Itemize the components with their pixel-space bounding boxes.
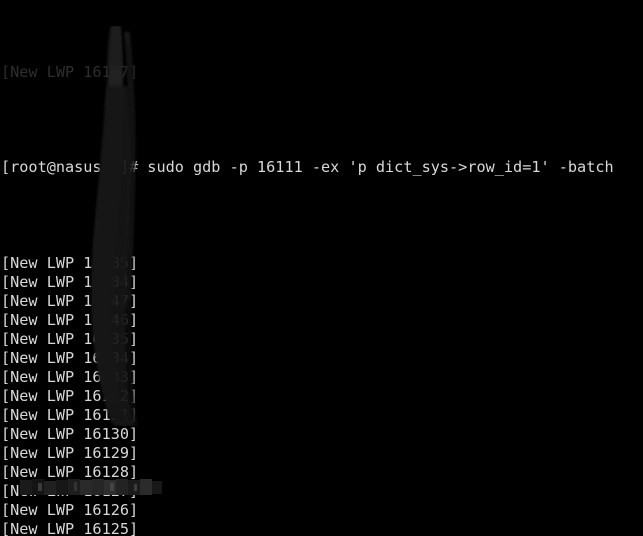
terminal-lwp-output: [New LWP 16185] [New LWP 16184] [New LWP 1… [0,254,643,536]
terminal-line-lwp: [New LWP 16147] [1,291,139,310]
terminal-line-partial-top: [New LWP 16187] [1,63,139,82]
terminal-line-lwp: [New LWP 16146] [1,310,139,329]
terminal-line-lwp: [New LWP 16185] [1,253,139,272]
terminal-line-lwp: [New LWP 16134] [1,348,139,367]
terminal-line-lwp: [New LWP 16125] [1,520,139,536]
terminal-line-lwp: [New LWP 16129] [1,444,139,463]
terminal-line-lwp: [New LWP 16126] [1,501,139,520]
terminal-line-lwp: [New LWP 16135] [1,329,139,348]
terminal-command-line: [root@nasus ~]# sudo gdb -p 16111 -ex 'p… [1,158,614,177]
terminal-line-lwp: [New LWP 16132] [1,386,139,405]
terminal-line-lwp: [New LWP 16131] [1,406,139,425]
terminal-screen: [New LWP 16187] [root@nasus ~]# sudo gdb… [0,0,643,536]
terminal-line-lwp: [New LWP 16184] [1,272,139,291]
terminal-line-lwp: [New LWP 16128] [1,463,139,482]
terminal-window[interactable]: [New LWP 16187] [root@nasus ~]# sudo gdb… [0,0,643,536]
terminal-line-lwp: [New LWP 16127] [1,482,139,501]
terminal-line-lwp: [New LWP 16133] [1,367,139,386]
terminal-line-lwp: [New LWP 16130] [1,425,139,444]
